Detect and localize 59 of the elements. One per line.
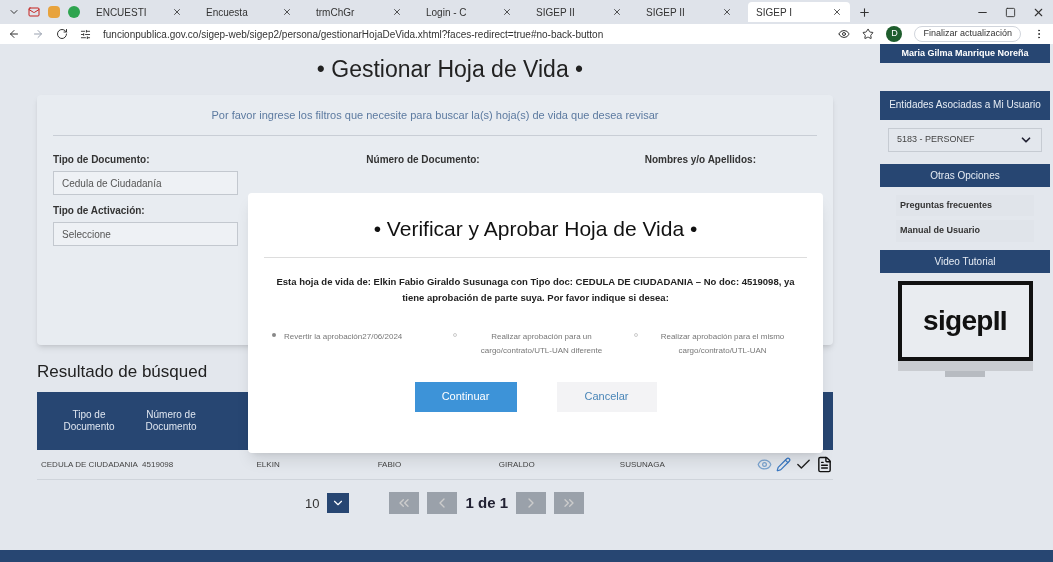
filter-label: Nombres y/o Apellidos: xyxy=(644,153,756,167)
instructions-text: Por favor ingrese los filtros que necesite para buscar la(s) hoja(s) de vida que desea revisar xyxy=(53,106,817,136)
close-icon[interactable] xyxy=(502,7,512,17)
page-info: 1 de 1 xyxy=(465,493,508,513)
page-size-value: 10 xyxy=(305,494,320,513)
section-header: Video Tutorial xyxy=(880,249,1050,273)
column-header: Número de Documento xyxy=(144,408,198,434)
browser-tab[interactable]: trmChGr xyxy=(308,2,410,22)
filter-label: Tipo de Documento: xyxy=(53,153,151,167)
bookmark-star-icon[interactable] xyxy=(862,28,875,40)
page-title: • Gestionar Hoja de Vida • xyxy=(315,55,585,84)
filter-label: Tipo de Activación: xyxy=(53,204,146,218)
document-icon[interactable] xyxy=(815,456,833,473)
cancel-button[interactable]: Cancelar xyxy=(556,381,657,412)
browser-tab[interactable]: SIGEP I xyxy=(748,2,850,22)
user-name-panel: Maria Gilma Manrique Noreña xyxy=(880,44,1050,64)
browser-tab[interactable]: ENCUESTI xyxy=(88,2,190,22)
profile-avatar[interactable]: D xyxy=(886,26,903,42)
site-settings-icon[interactable] xyxy=(80,28,91,40)
page-size-dropdown[interactable] xyxy=(327,493,350,514)
browser-tab[interactable]: Login - C xyxy=(418,2,520,22)
results-title: Resultado de búsqued xyxy=(37,360,208,383)
table-cell-text: SUSUNAGA xyxy=(619,458,666,471)
browser-tab[interactable]: SIGEP II xyxy=(638,2,740,22)
section-header: Otras Opciones xyxy=(880,163,1050,187)
monitor-stand xyxy=(945,370,985,377)
column-header: Tipo de Documento xyxy=(62,408,116,434)
section-header: Entidades Asociadas a Mi Usuario xyxy=(880,91,1050,120)
browser-tab[interactable]: Encuesta xyxy=(198,2,300,22)
back-icon[interactable] xyxy=(8,28,20,40)
approval-option[interactable]: Realizar aprobación para un cargo/contrato/UTL-UAN diferente xyxy=(453,329,618,358)
close-icon[interactable] xyxy=(282,7,292,17)
filter-field[interactable]: Cedula de Ciudadanía xyxy=(53,171,238,195)
table-cell-text: FABIO xyxy=(377,458,403,471)
close-icon[interactable] xyxy=(392,7,402,17)
mail-icon[interactable] xyxy=(28,6,40,18)
filter-label: Número de Documento: xyxy=(366,153,480,167)
table-cell-text: 4519098 xyxy=(142,458,175,471)
dialog-title: • Verificar y Aprobar Hoja de Vida • xyxy=(264,193,807,258)
filter-field[interactable]: Seleccione xyxy=(53,222,238,246)
table-cell-text: ELKIN xyxy=(256,458,281,471)
logo-text: sigepII xyxy=(923,303,1007,338)
close-icon[interactable] xyxy=(612,7,622,17)
new-tab-icon[interactable] xyxy=(858,5,871,19)
entity-select[interactable]: 5183 - PERSONEF xyxy=(888,127,1042,152)
eye-icon[interactable] xyxy=(838,28,851,40)
maximize-icon[interactable] xyxy=(1005,6,1016,18)
approval-option[interactable]: Realizar aprobación para el mismo cargo/contrato/UTL-UAN xyxy=(634,329,799,358)
reload-icon[interactable] xyxy=(56,28,68,40)
table-cell-text: CEDULA DE CIUDADANIA xyxy=(40,458,139,471)
approval-option[interactable]: Revertir la aprobación27/06/2024 xyxy=(272,329,437,358)
close-icon[interactable] xyxy=(172,7,182,17)
edit-icon[interactable] xyxy=(775,457,791,472)
dialog-message: Esta hoja de vida de: Elkin Fabio Giraldo Susunaga con Tipo doc: CEDULA DE CIUDADANIA – No doc: 4519098, ya tiene aprobación de parte suya. Por favor indique si desea: xyxy=(275,274,796,305)
url-text[interactable]: funcionpublica.gov.co/sigep-web/sigep2/persona/gestionarHojaDeVida.xhtml?faces-redirect=true#no-back-button xyxy=(103,26,604,42)
table-cell-text: GIRALDO xyxy=(498,458,536,471)
browser-tab[interactable]: SIGEP II xyxy=(528,2,630,22)
close-icon[interactable] xyxy=(722,7,732,17)
close-icon[interactable] xyxy=(832,7,842,17)
